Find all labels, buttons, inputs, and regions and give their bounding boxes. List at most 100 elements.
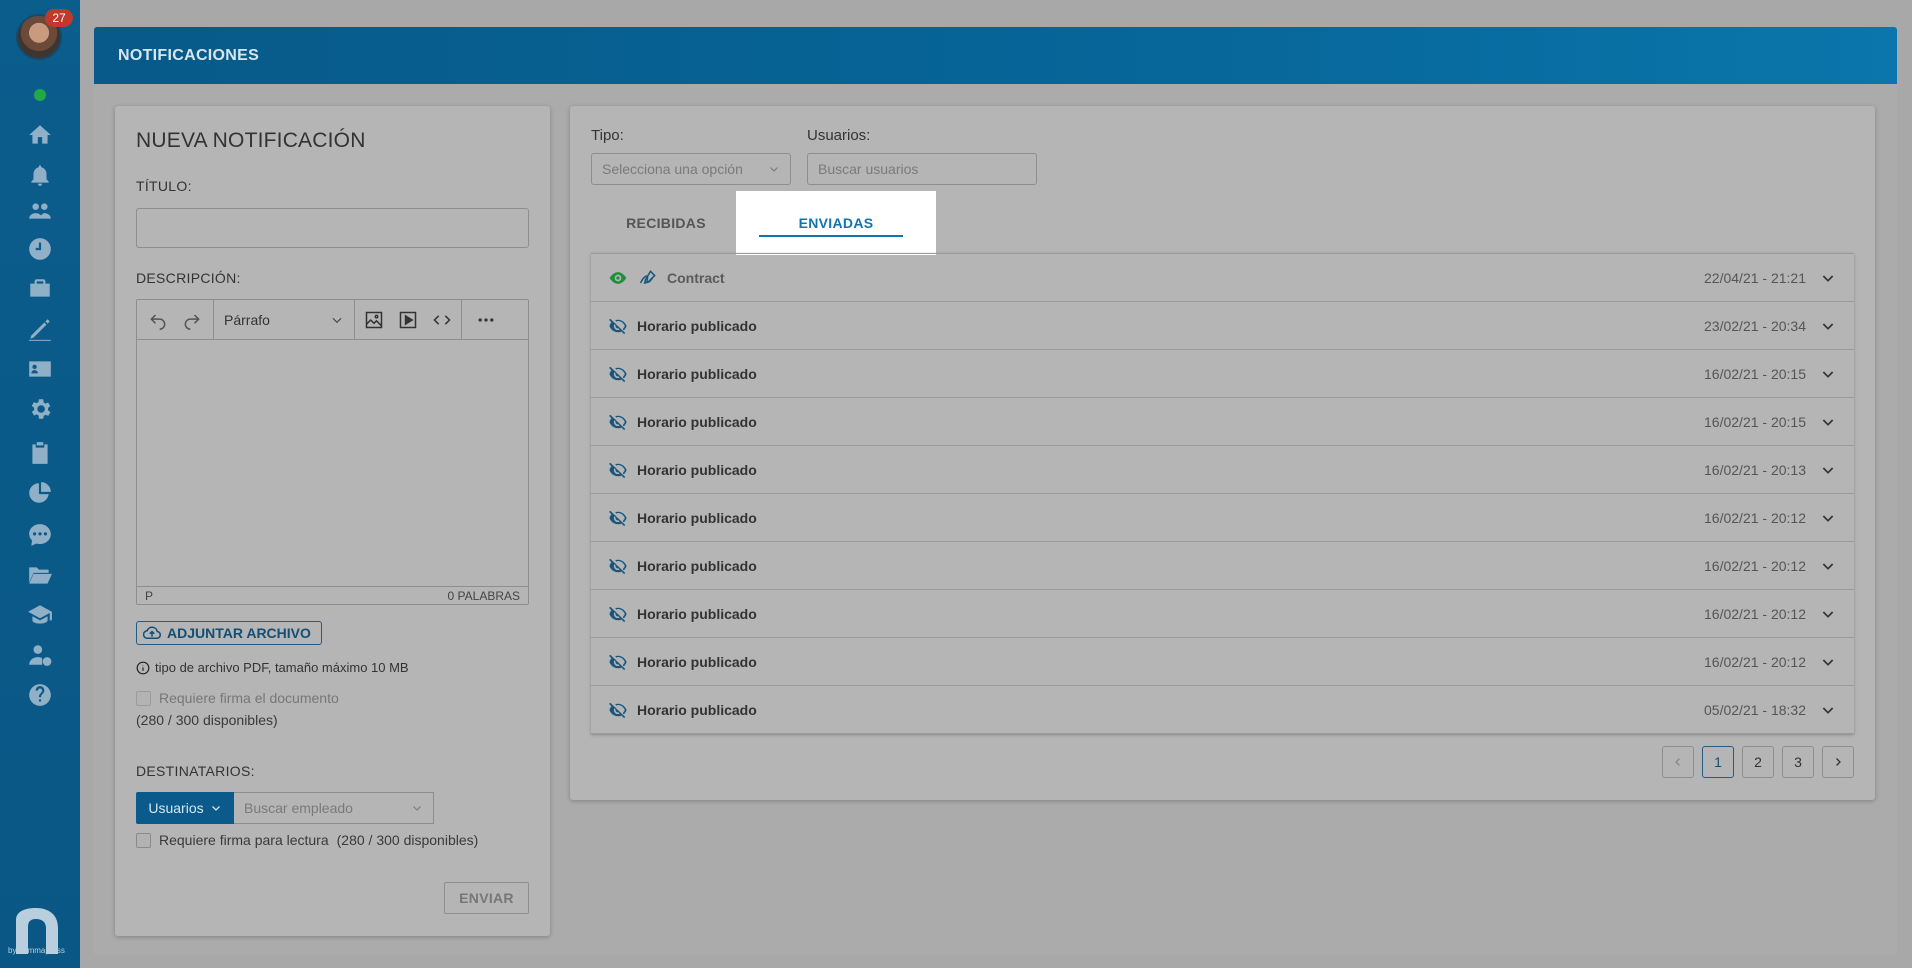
notification-row[interactable]: Horario publicado 16/02/21 - 20:12: [591, 542, 1854, 590]
notification-row[interactable]: Horario publicado 16/02/21 - 20:12: [591, 638, 1854, 686]
signature-icon: [637, 267, 659, 289]
help-icon[interactable]: [24, 680, 56, 710]
users-filter-placeholder: Buscar usuarios: [818, 161, 919, 177]
info-icon: [136, 661, 150, 674]
notification-row[interactable]: Contract 22/04/21 - 21:21: [591, 254, 1854, 302]
notification-date: 16/02/21 - 20:12: [1704, 653, 1806, 670]
user-payment-icon[interactable]: [24, 640, 56, 670]
title-input[interactable]: [136, 208, 529, 248]
eye-slash-icon: [607, 699, 629, 721]
notification-date: 16/02/21 - 20:15: [1704, 413, 1806, 430]
page-1-button[interactable]: 1: [1702, 746, 1734, 778]
notification-row[interactable]: Horario publicado 16/02/21 - 20:12: [591, 590, 1854, 638]
chevron-down-icon[interactable]: [1820, 702, 1836, 718]
users-group-icon[interactable]: [24, 196, 56, 226]
clock-icon[interactable]: [24, 234, 56, 264]
employee-search-placeholder: Buscar empleado: [244, 800, 353, 816]
eye-icon: [607, 267, 629, 289]
users-filter-input[interactable]: Buscar usuarios: [807, 153, 1037, 185]
id-card-icon[interactable]: [24, 354, 56, 384]
tab-sent-label: ENVIADAS: [798, 215, 874, 231]
redo-icon[interactable]: [175, 304, 209, 336]
undo-icon[interactable]: [141, 304, 175, 336]
format-select[interactable]: Párrafo: [214, 300, 354, 340]
page-2-button[interactable]: 2: [1742, 746, 1774, 778]
chevron-down-icon[interactable]: [1820, 318, 1836, 334]
more-options-icon[interactable]: [466, 304, 506, 336]
require-sign-doc-checkbox[interactable]: [136, 690, 151, 706]
notification-title: Horario publicado: [637, 557, 757, 574]
page-header: NOTIFICACIONES: [94, 27, 1897, 84]
page-3-button[interactable]: 3: [1782, 746, 1814, 778]
type-filter-placeholder: Selecciona una opción: [602, 161, 743, 177]
notification-date: 23/02/21 - 20:34: [1704, 317, 1806, 334]
attach-info-text: tipo de archivo PDF, tamaño máximo 10 MB: [155, 660, 409, 675]
prev-page-button[interactable]: [1662, 746, 1694, 778]
chevron-down-icon[interactable]: [1820, 414, 1836, 430]
chevron-right-icon: [1836, 758, 1841, 766]
clipboard-icon[interactable]: [24, 438, 56, 468]
tab-received[interactable]: RECIBIDAS: [591, 191, 741, 255]
require-sign-doc-row: Requiere firma el documento: [136, 690, 339, 706]
active-tab-indicator: [759, 235, 903, 237]
next-page-button[interactable]: [1822, 746, 1854, 778]
eye-slash-icon: [607, 459, 629, 481]
new-notification-title: NUEVA NOTIFICACIÓN: [136, 129, 366, 152]
brand-text: by nommapress: [8, 946, 65, 955]
chevron-down-icon[interactable]: [1820, 510, 1836, 526]
chevron-down-icon[interactable]: [1820, 558, 1836, 574]
description-editor[interactable]: Párrafo P 0 PALABRAS: [136, 299, 529, 605]
cloud-upload-icon: [143, 626, 161, 639]
briefcase-icon[interactable]: [24, 274, 56, 304]
notification-row[interactable]: Horario publicado 16/02/21 - 20:15: [591, 398, 1854, 446]
notification-row[interactable]: Horario publicado 05/02/21 - 18:32: [591, 686, 1854, 734]
chevron-down-icon[interactable]: [1820, 606, 1836, 622]
tab-sent[interactable]: ENVIADAS: [736, 191, 936, 255]
notification-date: 16/02/21 - 20:13: [1704, 461, 1806, 478]
insert-media-icon[interactable]: [391, 304, 425, 336]
notification-title: Horario publicado: [637, 461, 757, 478]
notification-title: Horario publicado: [637, 365, 757, 382]
notification-row[interactable]: Horario publicado 16/02/21 - 20:12: [591, 494, 1854, 542]
chevron-down-icon[interactable]: [1820, 462, 1836, 478]
notification-row[interactable]: Horario publicado 23/02/21 - 20:34: [591, 302, 1854, 350]
send-button[interactable]: ENVIAR: [444, 882, 529, 914]
employee-search-input[interactable]: Buscar empleado: [234, 792, 434, 824]
home-icon[interactable]: [24, 120, 56, 150]
chevron-down-icon[interactable]: [1820, 366, 1836, 382]
page-title: NOTIFICACIONES: [118, 47, 260, 64]
insert-image-icon[interactable]: [357, 304, 391, 336]
notification-title: Contract: [667, 269, 725, 286]
type-filter-label: Tipo:: [591, 127, 624, 144]
chevron-down-icon: [770, 167, 778, 172]
chevron-down-icon: [211, 806, 220, 811]
eye-slash-icon: [607, 363, 629, 385]
bell-icon[interactable]: [24, 160, 56, 190]
notification-row[interactable]: Horario publicado 16/02/21 - 20:15: [591, 350, 1854, 398]
notification-title: Horario publicado: [637, 701, 757, 718]
chevron-down-icon[interactable]: [1820, 270, 1836, 286]
chevron-down-icon[interactable]: [1820, 654, 1836, 670]
notifications-panel: Tipo: Selecciona una opción Usuarios: Bu…: [570, 106, 1875, 800]
require-sign-read-label: Requiere firma para lectura: [159, 832, 329, 848]
require-sign-read-checkbox[interactable]: [136, 832, 151, 848]
gear-icon[interactable]: [24, 394, 56, 424]
pie-chart-icon[interactable]: [24, 478, 56, 508]
graduation-cap-icon[interactable]: [24, 600, 56, 630]
notification-title: Horario publicado: [637, 413, 757, 430]
recipients-row: Usuarios Buscar empleado: [136, 792, 434, 824]
require-sign-read-row: Requiere firma para lectura (280 / 300 d…: [136, 832, 478, 848]
notification-title: Horario publicado: [637, 653, 757, 670]
recipients-type-select[interactable]: Usuarios: [136, 792, 234, 824]
notification-row[interactable]: Horario publicado 16/02/21 - 20:13: [591, 446, 1854, 494]
folder-open-icon[interactable]: [24, 560, 56, 590]
eye-slash-icon: [607, 411, 629, 433]
source-code-icon[interactable]: [425, 304, 459, 336]
available-count-1-text: (280 / 300 disponibles): [136, 712, 278, 728]
signature-icon[interactable]: [24, 314, 56, 344]
chat-icon[interactable]: [24, 520, 56, 550]
attach-file-button[interactable]: ADJUNTAR ARCHIVO: [136, 621, 322, 645]
type-filter-select[interactable]: Selecciona una opción: [591, 153, 791, 185]
eye-slash-icon: [607, 651, 629, 673]
eye-slash-icon: [607, 603, 629, 625]
